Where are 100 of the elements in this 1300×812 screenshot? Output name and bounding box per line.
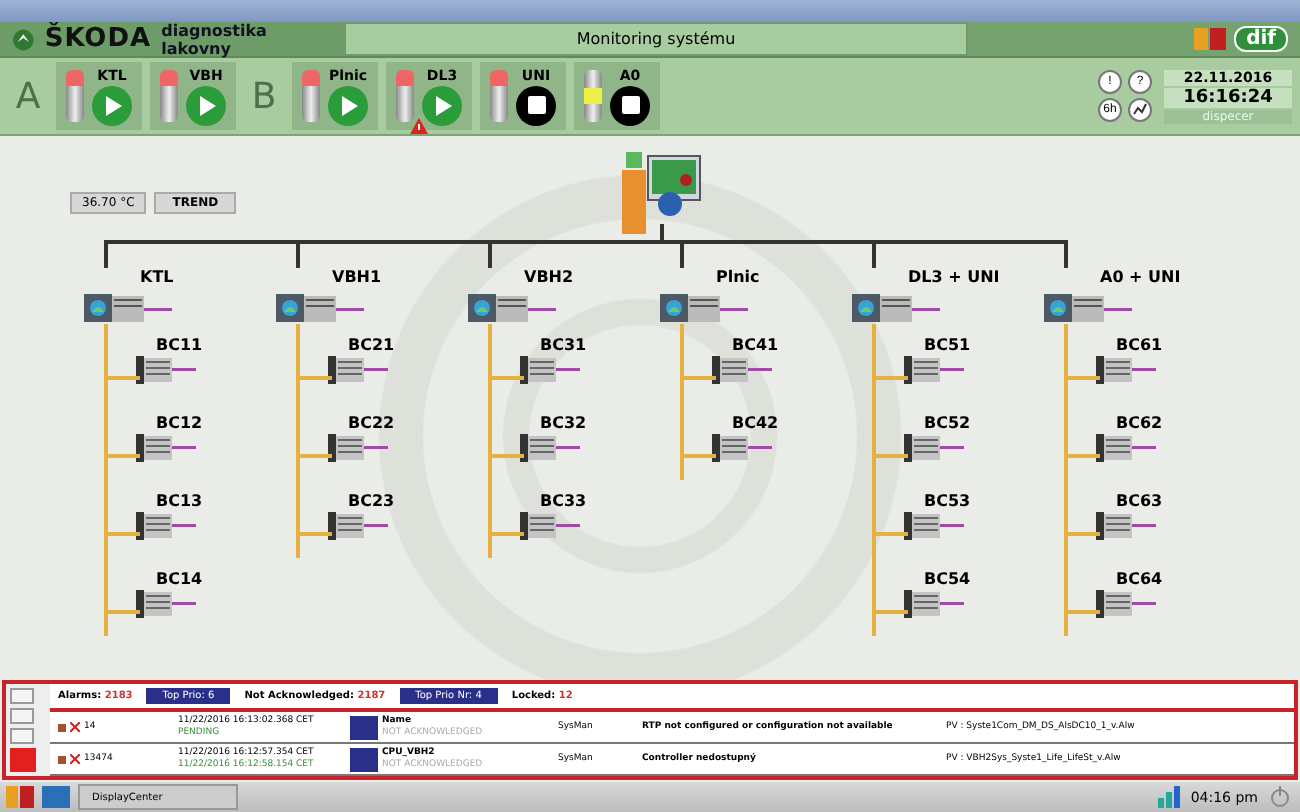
priority-tag: [350, 747, 378, 772]
play-icon: [197, 95, 215, 115]
module-drawing: [904, 434, 964, 462]
plc-drawing: [1044, 292, 1132, 324]
logo-icon: [12, 27, 35, 51]
play-button[interactable]: [422, 85, 462, 125]
node-name: BC33: [538, 492, 587, 510]
branch-line: [1068, 532, 1100, 536]
node-name: BC11: [154, 336, 203, 354]
node-name: BC42: [730, 414, 779, 432]
branch-line: [300, 532, 332, 536]
alarm-flag: [10, 748, 36, 772]
play-icon: [433, 95, 451, 115]
plc-drawing: [84, 292, 172, 324]
node-name: BC14: [154, 570, 203, 588]
branch-line: [876, 610, 908, 614]
play-icon: [103, 95, 121, 115]
branch-line: [684, 376, 716, 380]
signal-icon: [1154, 786, 1183, 808]
module-drawing: [904, 590, 964, 618]
node-name: BC22: [346, 414, 395, 432]
group-letter: B: [249, 73, 279, 121]
partner-logo: dif: [1234, 26, 1288, 52]
branch-line: [300, 454, 332, 458]
app-subtitle: diagnostika lakovny: [161, 21, 269, 57]
module-drawing: [328, 356, 388, 384]
plc-drawing: [852, 292, 940, 324]
brand-name: ŠKODA: [44, 24, 152, 54]
logo-icon[interactable]: [6, 786, 34, 808]
node-name: BC61: [1114, 336, 1163, 354]
stop-icon: [527, 96, 545, 114]
station-name: A0 + UNI: [1098, 268, 1183, 290]
module-drawing: [520, 356, 580, 384]
module-drawing: [328, 434, 388, 462]
branch-line: [492, 376, 524, 380]
plc-drawing: [276, 292, 364, 324]
module-drawing: [520, 512, 580, 540]
severity-icon: [58, 755, 66, 764]
branch-line: [108, 610, 140, 614]
time-text: 16:16:24: [1164, 87, 1292, 107]
branch-line: [876, 532, 908, 536]
branch-line: [300, 376, 332, 380]
side-button[interactable]: [10, 728, 34, 744]
priority-tag: [350, 715, 378, 740]
branch-line: [876, 376, 908, 380]
module-drawing: [1096, 356, 1156, 384]
side-button[interactable]: [10, 708, 34, 724]
branch-line: [1068, 454, 1100, 458]
chart-icon[interactable]: [1128, 98, 1152, 122]
node-name: BC13: [154, 492, 203, 510]
screen-title: Monitoring systému: [344, 22, 968, 56]
station-name: DL3 + UNI: [906, 268, 1002, 290]
module-drawing: [136, 590, 196, 618]
module-drawing: [712, 356, 772, 384]
module-drawing: [904, 512, 964, 540]
node-name: BC52: [922, 414, 971, 432]
node-name: BC62: [1114, 414, 1163, 432]
side-button[interactable]: [10, 688, 34, 704]
branch-line: [1068, 610, 1100, 614]
branch-line: [492, 532, 524, 536]
node-name: BC32: [538, 414, 587, 432]
severity-icon: [58, 723, 66, 732]
branch-line: [492, 454, 524, 458]
stop-button[interactable]: [610, 85, 650, 125]
close-icon[interactable]: [70, 754, 80, 765]
branch-line: [684, 454, 716, 458]
group-letter: A: [13, 73, 43, 121]
node-name: BC31: [538, 336, 587, 354]
server-drawing: [622, 152, 702, 240]
node-name: BC23: [346, 492, 395, 510]
logo-icon: [1194, 28, 1227, 50]
play-button[interactable]: [186, 85, 226, 125]
station-name: VBH2: [522, 268, 576, 290]
branch-line: [108, 376, 140, 380]
plc-drawing: [468, 292, 556, 324]
power-icon[interactable]: [1266, 786, 1294, 808]
node-name: BC63: [1114, 492, 1163, 510]
play-button[interactable]: [328, 85, 368, 125]
branch-line: [108, 532, 140, 536]
close-icon[interactable]: [70, 722, 80, 733]
module-drawing: [136, 356, 196, 384]
module-drawing: [328, 512, 388, 540]
module-drawing: [136, 434, 196, 462]
stop-button[interactable]: [516, 85, 556, 125]
module-drawing: [904, 356, 964, 384]
branch-line: [1068, 376, 1100, 380]
station-name: VBH1: [330, 268, 384, 290]
branch-line: [876, 454, 908, 458]
branch-line: [108, 454, 140, 458]
module-drawing: [1096, 434, 1156, 462]
play-icon: [339, 95, 357, 115]
module-drawing: [1096, 590, 1156, 618]
node-name: BC12: [154, 414, 203, 432]
node-name: BC64: [1114, 570, 1163, 588]
node-name: BC51: [922, 336, 971, 354]
module-drawing: [520, 434, 580, 462]
node-name: BC41: [730, 336, 779, 354]
node-name: BC53: [922, 492, 971, 510]
module-drawing: [712, 434, 772, 462]
play-button[interactable]: [92, 85, 132, 125]
